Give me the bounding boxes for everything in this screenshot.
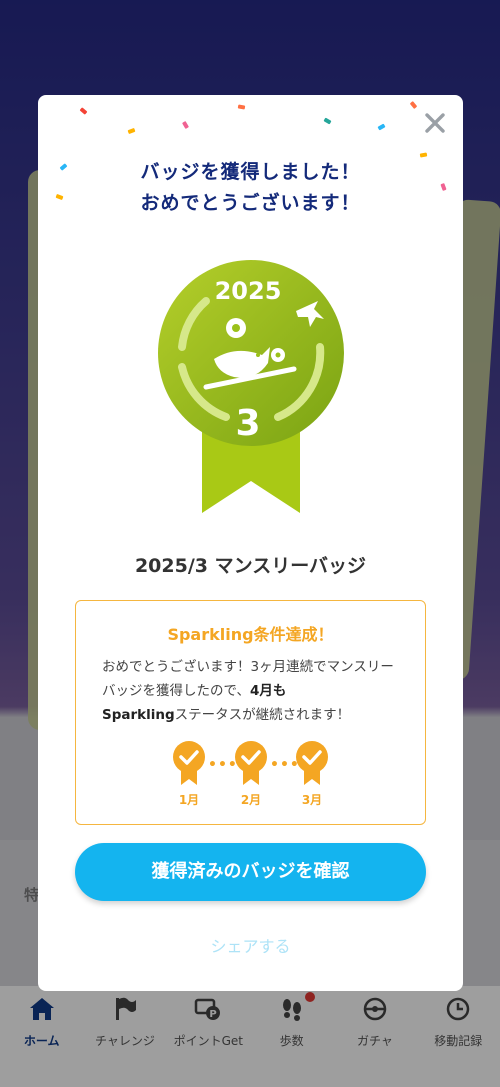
sparkling-description: おめでとうございます！3ヶ月連続でマンスリーバッジを獲得したので、4月も Spar…: [102, 655, 402, 727]
monthly-badge-medal: 2025 3: [156, 257, 346, 519]
footprints-icon: [277, 994, 307, 1024]
svg-text:P: P: [210, 1009, 217, 1020]
confetti: [409, 101, 418, 109]
confetti: [127, 127, 136, 135]
month-progress: ••• ••• 1月 2月 3月: [172, 741, 332, 811]
tab-steps[interactable]: 歩数: [250, 986, 333, 1087]
share-link[interactable]: シェアする: [38, 933, 463, 957]
description-bold: Sparkling: [102, 707, 175, 723]
month-label: 1月: [178, 793, 200, 807]
tab-challenge[interactable]: チャレンジ: [83, 986, 166, 1087]
medal-year: 2025: [215, 277, 282, 305]
tab-label: チャレンジ: [95, 1034, 155, 1048]
tab-movement-record[interactable]: 移動記録: [417, 986, 500, 1087]
close-button[interactable]: [422, 110, 448, 136]
tab-label: ホーム: [23, 1034, 60, 1048]
tab-label: 歩数: [279, 1034, 304, 1048]
confetti: [323, 117, 332, 125]
point-card-icon: P: [193, 994, 223, 1024]
confetti: [182, 120, 189, 130]
home-icon: [27, 994, 57, 1024]
title-line-1: バッジを獲得しました！: [140, 161, 361, 183]
tab-label: ポイントGet: [173, 1034, 244, 1048]
badge-name: 2025/3 マンスリーバッジ: [134, 555, 367, 577]
notification-badge: [305, 992, 316, 1002]
sparkling-info-box: Sparkling条件達成！ おめでとうございます！3ヶ月連続でマンスリーバッジ…: [75, 600, 426, 825]
tab-label: 移動記録: [434, 1034, 483, 1048]
close-icon: [425, 113, 445, 133]
flag-icon: [110, 994, 140, 1024]
confetti: [79, 107, 88, 115]
badge-award-modal: バッジを獲得しました！ おめでとうございます！ 2025 3 2025/3 マン…: [38, 95, 463, 991]
bottom-tab-bar: ホーム チャレンジ P ポイントGet 歩数 ガチャ 移動記録: [0, 986, 500, 1087]
check-badge-icon: [172, 741, 206, 785]
check-badge-icon: [295, 741, 329, 785]
tab-home[interactable]: ホーム: [0, 986, 83, 1087]
tab-gacha[interactable]: ガチャ: [333, 986, 416, 1087]
modal-title: バッジを獲得しました！ おめでとうございます！: [38, 157, 463, 219]
description-text: ステータスが継続されます！: [174, 707, 351, 723]
description-bold: 4月も: [249, 683, 287, 699]
view-acquired-badges-button[interactable]: 獲得済みのバッジを確認: [75, 843, 426, 901]
tab-point-get[interactable]: P ポイントGet: [167, 986, 250, 1087]
title-line-2: おめでとうございます！: [140, 192, 361, 214]
description-text: おめでとうございます！3ヶ月連続でマンスリーバッジを獲得したので、: [102, 659, 394, 699]
month-label: 2月: [240, 793, 262, 807]
sparkling-title: Sparkling条件達成！: [167, 625, 334, 644]
gacha-icon: [360, 994, 390, 1024]
tab-label: ガチャ: [357, 1034, 393, 1048]
medal-month: 3: [235, 403, 260, 444]
confetti: [377, 123, 386, 131]
clock-icon: [443, 994, 473, 1024]
check-badge-icon: [234, 741, 268, 785]
month-label: 3月: [301, 793, 323, 807]
confetti: [237, 104, 246, 110]
